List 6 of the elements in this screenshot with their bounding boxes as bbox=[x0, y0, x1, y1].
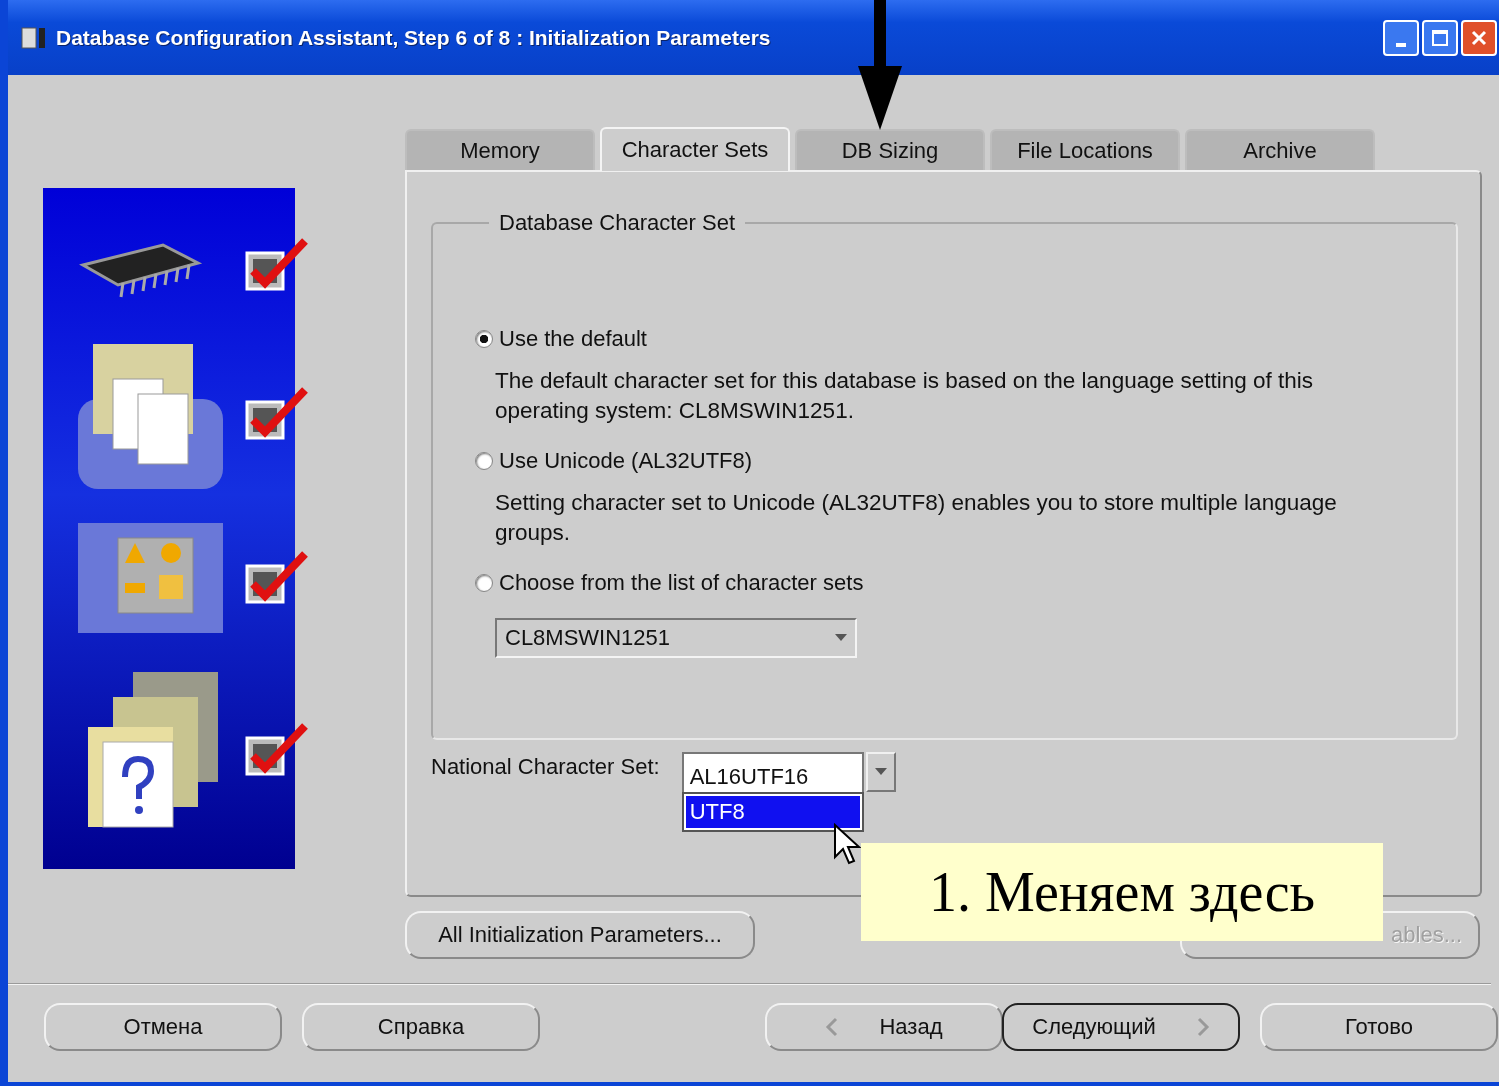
option-description: The default character set for this database is based on the language setting of this operating system: CL8MSWIN1251. bbox=[495, 367, 1315, 425]
option-description: Setting character set to Unicode (AL32UTF8) enables you to store multiple language groups. bbox=[495, 489, 1338, 547]
annotation-tooltip: 1. Меняем здесь bbox=[861, 843, 1383, 941]
group-title: Database Character Set bbox=[498, 210, 737, 236]
field-label: National Character Set: bbox=[431, 753, 660, 780]
window-title: Database Configuration Assistant, Step 6 of 8 : Initialization Parameters bbox=[56, 25, 772, 50]
